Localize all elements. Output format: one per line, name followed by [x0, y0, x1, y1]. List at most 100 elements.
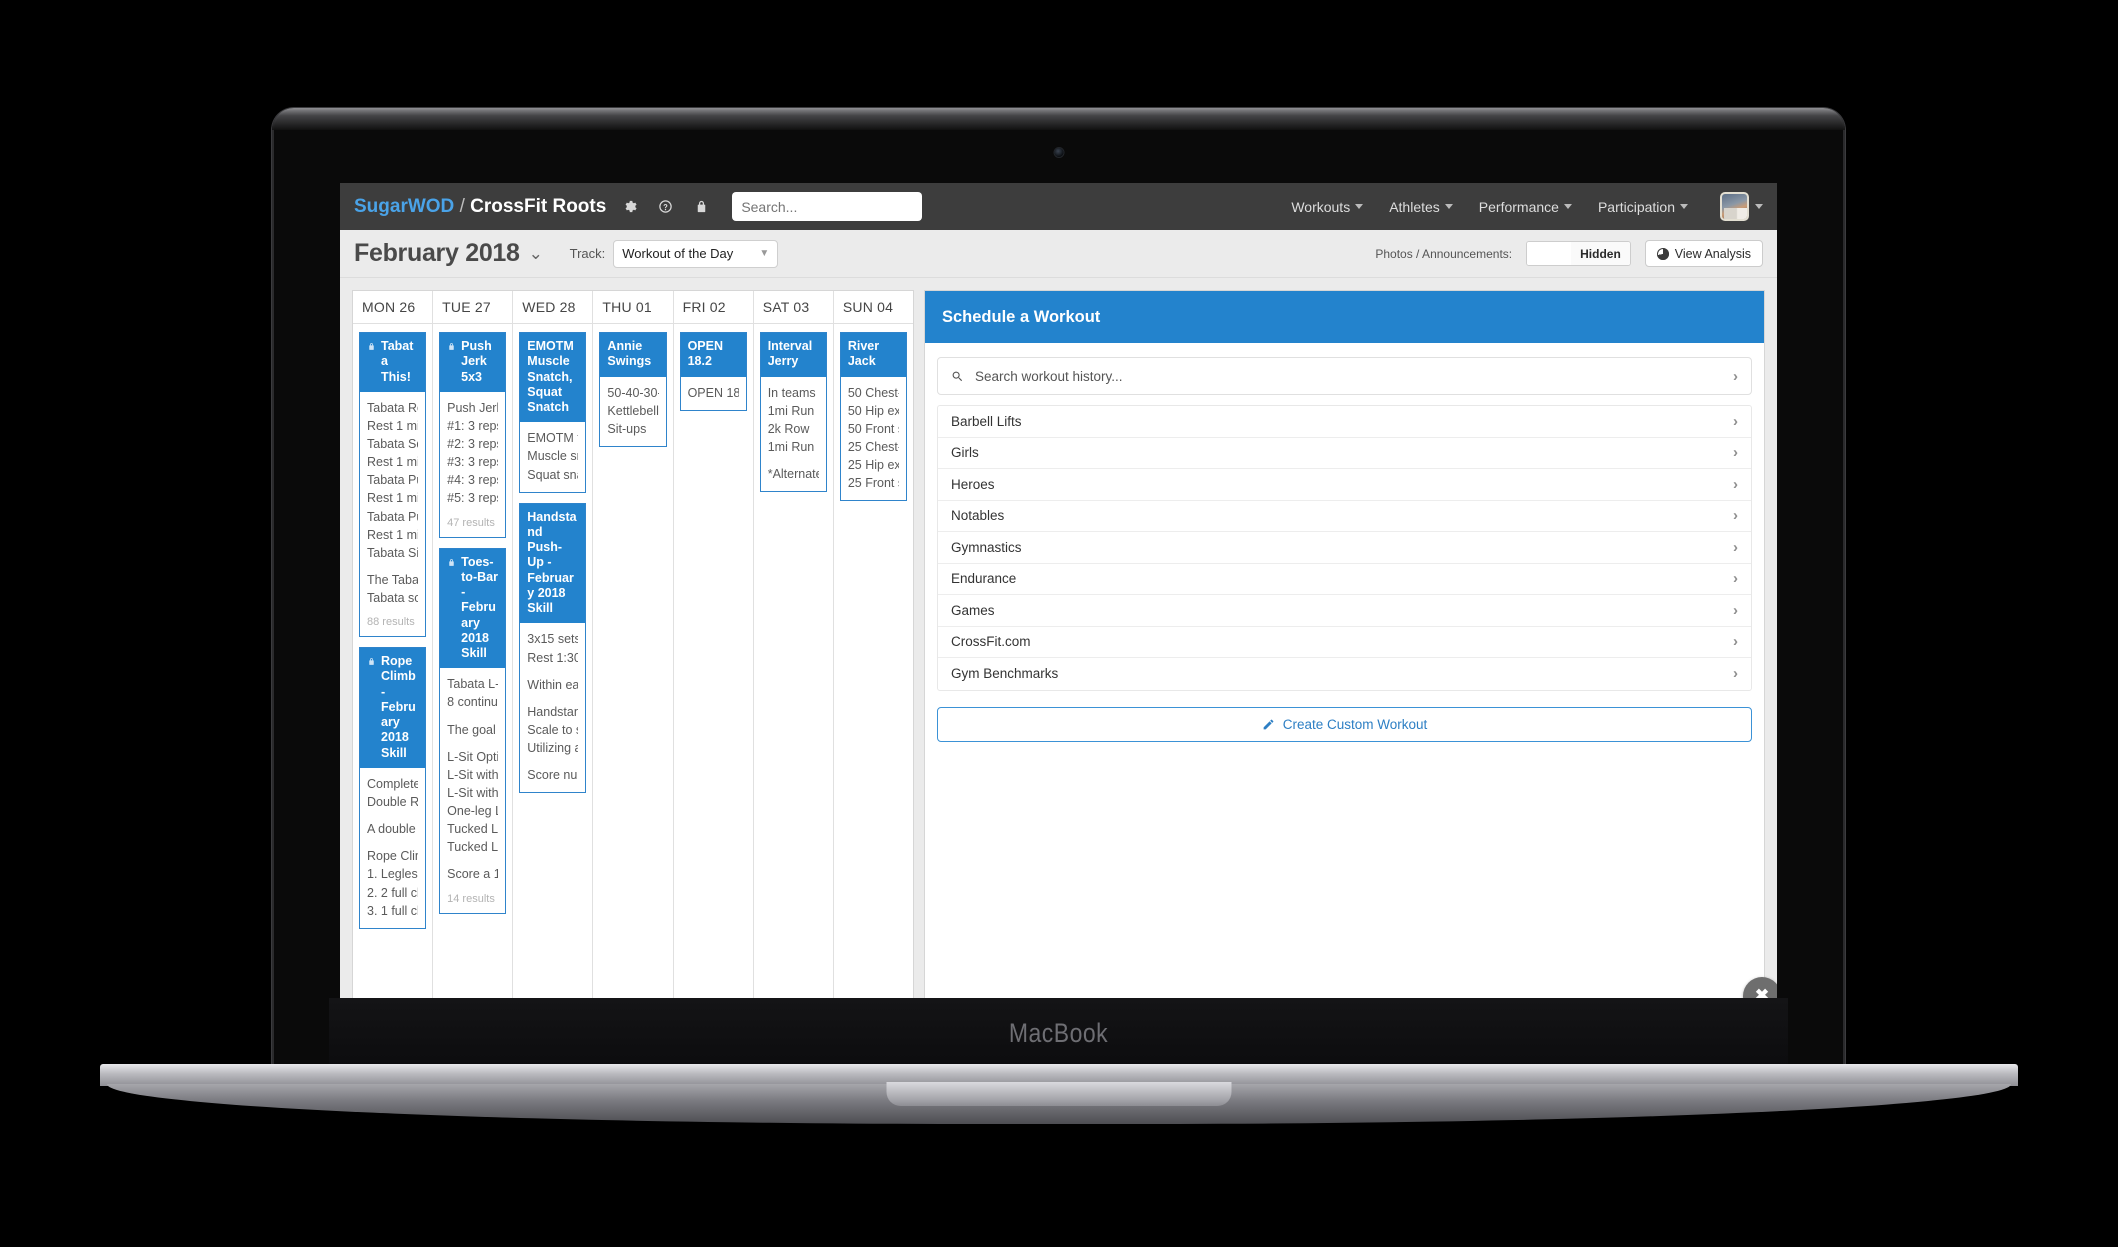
calendar-day-body: Tabata This! Tabata Row Rest 1 minute Tabat…	[353, 324, 432, 937]
nav-item-participation[interactable]: Participation	[1598, 199, 1688, 215]
workout-card-title: Handstand Push-Up - February 2018 Skill	[527, 509, 577, 616]
nav-item-athletes[interactable]: Athletes	[1389, 199, 1453, 215]
workout-results-count: 14 results	[447, 892, 495, 905]
workout-category-label: Gym Benchmarks	[951, 666, 1059, 682]
workout-card-line: Rest 1 minute	[367, 455, 418, 470]
brand[interactable]: SugarWOD / CrossFit Roots	[354, 196, 606, 218]
workout-card-line: L-Sit with 45-lb	[447, 767, 499, 782]
chevron-down-icon	[1680, 204, 1688, 209]
nav-item-performance[interactable]: Performance	[1479, 199, 1572, 215]
chevron-down-icon: ⌄	[528, 243, 543, 263]
chevron-right-icon: ›	[1733, 507, 1738, 525]
nav-item-workouts[interactable]: Workouts	[1291, 199, 1364, 215]
workout-history-search-placeholder: Search workout history...	[975, 368, 1123, 384]
workout-category-row[interactable]: Gymnastics ›	[938, 532, 1751, 564]
help-icon[interactable]	[652, 194, 678, 220]
workout-category-row[interactable]: Endurance ›	[938, 564, 1751, 595]
workout-card-line	[447, 712, 498, 721]
workout-category-row[interactable]: Gym Benchmarks ›	[938, 658, 1751, 690]
workout-card-body: 50-40-30-20-1 Kettlebell swin Sit-ups	[600, 377, 665, 446]
workout-card-header: Interval Jerry	[760, 333, 826, 377]
chevron-right-icon: ›	[1733, 665, 1738, 683]
view-analysis-button[interactable]: View Analysis	[1644, 240, 1763, 267]
month-selector[interactable]: February 2018 ⌄	[354, 239, 543, 268]
workout-card[interactable]: EMOTM Muscle Snatch, Squat Snatch EMOTM f…	[519, 332, 587, 493]
workout-category-label: Girls	[951, 445, 979, 461]
workout-card-line	[768, 456, 819, 465]
workout-card-line	[447, 739, 498, 748]
workout-card[interactable]: OPEN 18.2 OPEN 18.2	[679, 332, 747, 411]
workout-card-line: Score a 1 if co	[447, 867, 499, 882]
workout-card[interactable]: Toes-to-Bar - February 2018 Skill Tabata …	[439, 547, 507, 914]
workout-card-line: The Tabata in	[367, 572, 419, 587]
workout-card-line: Rope Climb O	[367, 849, 418, 864]
workout-card-header: Handstand Push-Up - February 2018 Skill	[520, 503, 586, 624]
toggle-track	[1527, 242, 1572, 265]
workout-history-search[interactable]: Search workout history... ›	[937, 357, 1752, 395]
search-input[interactable]	[732, 192, 923, 221]
workout-card-line: 2k Row	[767, 421, 810, 436]
track-select[interactable]: Workout of the Day ▼	[613, 239, 779, 268]
workout-category-label: Barbell Lifts	[951, 413, 1022, 429]
workout-card-line: 1mi Run	[767, 403, 815, 418]
workout-card[interactable]: Handstand Push-Up - February 2018 Skill 3…	[519, 502, 587, 794]
workout-card-header: Annie Swings	[600, 333, 666, 377]
calendar-grid: MON 26 Tabata This! Tabata Row Rest 1 minut…	[352, 290, 914, 998]
workout-card-line: #2: 3 reps	[447, 437, 499, 451]
lock-icon[interactable]	[688, 194, 714, 220]
workout-card-line: Utilizing a set	[527, 741, 579, 755]
lock-icon	[367, 656, 376, 667]
workout-card-line: 3x15 sets of h	[527, 632, 579, 647]
calendar-day-body: Push Jerk 5x3 Push Jerk for #1: 3 reps #2: …	[433, 324, 512, 922]
workout-card-line: Kettlebell swin	[607, 403, 659, 418]
workout-category-row[interactable]: Barbell Lifts ›	[938, 406, 1751, 438]
user-menu[interactable]	[1720, 192, 1763, 221]
workout-card-title: OPEN 18.2	[687, 339, 723, 369]
calendar-day-body: EMOTM Muscle Snatch, Squat Snatch EMOTM f…	[513, 324, 592, 801]
create-custom-workout-button[interactable]: Create Custom Workout	[937, 706, 1752, 742]
workout-card-line: *Alternate 400	[767, 467, 819, 481]
workout-card-line: Sit-ups	[607, 421, 647, 436]
workout-card-line: Tabata score	[367, 591, 419, 605]
gear-icon[interactable]	[616, 194, 642, 220]
workout-category-row[interactable]: Notables ›	[938, 501, 1751, 532]
workout-card-body: 3x15 sets of h Rest 1:30 betw Within each …	[520, 623, 585, 792]
app-header: SugarWOD / CrossFit Roots Workouts	[340, 183, 1777, 230]
photos-visibility-toggle[interactable]: Hidden	[1526, 241, 1631, 266]
workout-card[interactable]: Annie Swings 50-40-30-20-1 Kettlebell swin…	[599, 332, 667, 447]
chevron-down-icon	[1563, 204, 1572, 209]
workout-category-row[interactable]: Games ›	[938, 595, 1751, 627]
workout-category-row[interactable]: Heroes ›	[938, 469, 1751, 501]
chevron-right-icon: ›	[1733, 367, 1738, 385]
workout-card[interactable]: Push Jerk 5x3 Push Jerk for #1: 3 reps #2: …	[439, 332, 507, 538]
workout-card-line: EMOTM for 12	[527, 431, 578, 446]
workout-card[interactable]: Interval Jerry In teams of tw 1mi Run 2k Ro…	[759, 332, 827, 493]
workout-card-title: Rope Climb - February 2018 Skill	[381, 654, 416, 760]
workout-card-line: Tabata Row	[367, 400, 418, 415]
workout-card-line	[367, 838, 418, 847]
workout-category-row[interactable]: CrossFit.com ›	[938, 627, 1751, 658]
workout-card-title: River Jack	[847, 339, 880, 369]
workout-card[interactable]: River Jack50 Chest-to-ba50 Hip extensi50…	[839, 332, 907, 502]
workout-results-count: 47 results	[447, 516, 495, 529]
brand-app-name: SugarWOD	[354, 195, 455, 217]
workout-category-label: Endurance	[951, 571, 1017, 587]
create-custom-workout-label: Create Custom Workout	[1282, 716, 1428, 732]
workout-card-line: 25 Front squat	[847, 476, 899, 491]
calendar-day-header: THU 01	[593, 291, 673, 324]
workout-card-title: Annie Swings	[607, 339, 652, 369]
calendar-day-header: WED 28	[513, 291, 593, 324]
lock-icon	[447, 341, 456, 352]
workout-card-line: 25 Hip extensi	[847, 458, 899, 472]
workout-card-title: Tabata This!	[381, 339, 414, 384]
workout-card-line: A double rope	[367, 822, 418, 837]
workout-card-line: OPEN 18.2	[687, 385, 739, 400]
calendar-day-header: MON 26	[353, 291, 433, 324]
calendar-day-header: FRI 02	[673, 291, 753, 324]
workout-category-row[interactable]: Girls ›	[938, 438, 1751, 469]
workout-card-line: 1. Legless trip	[367, 867, 418, 882]
workout-card[interactable]: Rope Climb - February 2018 Skill Complete…	[359, 647, 427, 929]
workout-card[interactable]: Tabata This! Tabata Row Rest 1 minute Tabat…	[359, 332, 427, 638]
workout-card-header: Push Jerk 5x3	[440, 333, 506, 392]
close-icon[interactable]: ✖	[1743, 977, 1777, 998]
